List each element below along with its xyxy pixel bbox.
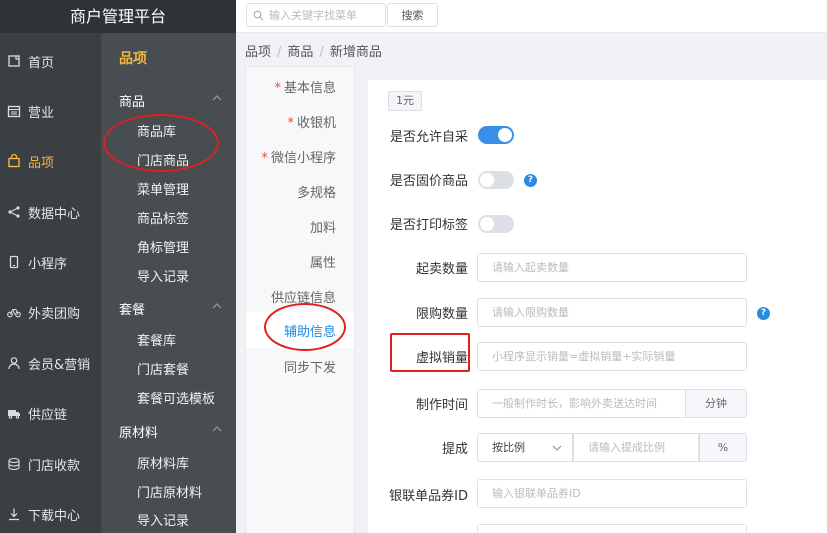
breadcrumb-current: 新增商品 [329, 45, 382, 60]
nav-label: 供应链 [28, 407, 68, 423]
nav-label: 品项 [28, 155, 55, 171]
annotation-box [390, 333, 470, 372]
commission-mode-value: 按比例 [492, 441, 525, 454]
subnav-item-material-imports[interactable]: 导入记录 [137, 510, 189, 529]
nav-item-delivery[interactable]: 外卖团购 [0, 287, 101, 337]
chevron-up-icon[interactable] [212, 424, 222, 434]
tab-addons[interactable]: 加料 [310, 217, 336, 236]
tab-wechat-miniprogram[interactable]: * 微信小程序 [261, 147, 336, 166]
home-icon [6, 53, 22, 69]
secondary-sidebar: 品项 商品 商品库 门店商品 菜单管理 商品标签 角标管理 导入记录 套餐 套餐… [101, 33, 236, 533]
allow-self-purchase-label: 是否允许自采 [389, 130, 468, 145]
calendar-icon [6, 103, 22, 119]
tab-cashier[interactable]: * 收银机 [287, 112, 336, 131]
nav-label: 会员&营销 [28, 357, 91, 373]
nav-item-supply-chain[interactable]: 供应链 [0, 388, 101, 438]
tab-specs[interactable]: 多规格 [297, 182, 336, 201]
search-button[interactable]: 搜索 [387, 3, 438, 27]
subnav-item-combo-library[interactable]: 套餐库 [137, 330, 176, 349]
app-title: 商户管理平台 [0, 0, 236, 33]
subnav-item-store-materials[interactable]: 门店原材料 [137, 482, 202, 501]
top-bar: 输入关键字找菜单 搜索 [236, 0, 827, 33]
download-icon [6, 506, 22, 522]
subnav-item-corner-tags[interactable]: 角标管理 [137, 237, 189, 256]
nav-label: 门店收款 [28, 458, 81, 474]
search-input[interactable]: 输入关键字找菜单 [246, 3, 386, 27]
nav-item-miniprogram[interactable]: 小程序 [0, 237, 101, 287]
subnav-item-menu-management[interactable]: 菜单管理 [137, 179, 189, 198]
tab-attributes[interactable]: 属性 [310, 252, 336, 271]
make-time-label: 制作时间 [415, 398, 468, 413]
subnav-title: 品项 [119, 51, 147, 67]
form-panel: 1元 是否允许自采 是否固价商品 ? 是否打印标签 起卖数量 请输入起卖数量 限… [368, 80, 827, 533]
breadcrumb-item[interactable]: 品项 [245, 45, 271, 60]
annotation-circle [103, 114, 219, 172]
subnav-item-import-records[interactable]: 导入记录 [137, 266, 189, 285]
nav-label: 小程序 [28, 256, 68, 272]
min-qty-input[interactable]: 请输入起卖数量 [477, 253, 747, 282]
bike-icon [6, 304, 22, 320]
nav-item-data-center[interactable]: 数据中心 [0, 187, 101, 237]
user-icon [6, 355, 22, 371]
fixed-price-toggle[interactable] [478, 171, 514, 189]
chevron-up-icon[interactable] [212, 93, 222, 103]
nav-label: 外卖团购 [28, 306, 81, 322]
subnav-item-material-library[interactable]: 原材料库 [137, 453, 189, 472]
share-icon [6, 204, 22, 220]
nav-item-products[interactable]: 品项 [0, 136, 101, 186]
nav-label: 营业 [28, 105, 55, 121]
print-label-toggle[interactable] [478, 215, 514, 233]
subnav-item-product-tags[interactable]: 商品标签 [137, 208, 189, 227]
tab-basic-info[interactable]: * 基本信息 [274, 77, 336, 96]
fixed-price-label: 是否固价商品 [389, 174, 468, 189]
annotation-circle [264, 303, 346, 351]
allow-self-purchase-toggle[interactable] [478, 126, 514, 144]
nav-item-payment[interactable]: 门店收款 [0, 439, 101, 489]
nav-label: 数据中心 [28, 206, 81, 222]
commission-label: 提成 [441, 442, 468, 457]
nav-item-business[interactable]: 营业 [0, 86, 101, 136]
help-icon[interactable]: ? [524, 174, 537, 187]
search-placeholder: 输入关键字找菜单 [269, 9, 357, 22]
next-field-input[interactable] [477, 524, 747, 533]
help-icon[interactable]: ? [757, 307, 770, 320]
form-tabs: * 基本信息 * 收银机 * 微信小程序 多规格 加料 属性 供应链信息 辅助信息 同… [245, 66, 355, 533]
subnav-item-store-combos[interactable]: 门店套餐 [137, 359, 189, 378]
nav-label: 首页 [28, 55, 55, 71]
min-qty-label: 起卖数量 [415, 262, 468, 277]
nav-label: 下载中心 [28, 508, 81, 524]
tab-sync[interactable]: 同步下发 [284, 357, 336, 376]
make-time-input[interactable]: 一般制作时长，影响外卖送达时间 [477, 389, 686, 418]
make-time-unit: 分钟 [685, 389, 747, 418]
phone-icon [6, 254, 22, 270]
limit-qty-label: 限购数量 [415, 307, 468, 322]
subnav-group-products[interactable]: 商品 [119, 91, 145, 110]
nav-item-home[interactable]: 首页 [0, 36, 101, 86]
chevron-down-icon [552, 445, 562, 451]
print-label-label: 是否打印标签 [389, 218, 468, 233]
limit-qty-input[interactable]: 请输入限购数量 [477, 298, 747, 327]
unionpay-id-input[interactable]: 输入银联单品券ID [477, 479, 747, 508]
truck-icon [6, 405, 22, 421]
chevron-up-icon[interactable] [212, 301, 222, 311]
nav-item-membership[interactable]: 会员&营销 [0, 338, 101, 388]
subnav-group-combos[interactable]: 套餐 [119, 299, 145, 318]
subnav-item-combo-templates[interactable]: 套餐可选模板 [137, 388, 215, 407]
unionpay-id-label: 银联单品券ID [389, 489, 468, 504]
search-icon [253, 10, 264, 20]
breadcrumb-item[interactable]: 商品 [287, 45, 313, 60]
virtual-sales-input[interactable]: 小程序显示销量=虚拟销量+实际销量 [477, 342, 747, 371]
commission-unit: % [699, 433, 747, 462]
breadcrumb: 品项 / 商品 / 新增商品 [245, 45, 382, 60]
price-tag: 1元 [388, 91, 422, 111]
bag-icon [6, 153, 22, 169]
commission-mode-select[interactable]: 按比例 [477, 433, 573, 462]
database-icon [6, 456, 22, 472]
nav-item-downloads[interactable]: 下载中心 [0, 489, 101, 533]
subnav-group-materials[interactable]: 原材料 [119, 422, 158, 441]
commission-input[interactable]: 请输入提成比例 [573, 433, 699, 462]
